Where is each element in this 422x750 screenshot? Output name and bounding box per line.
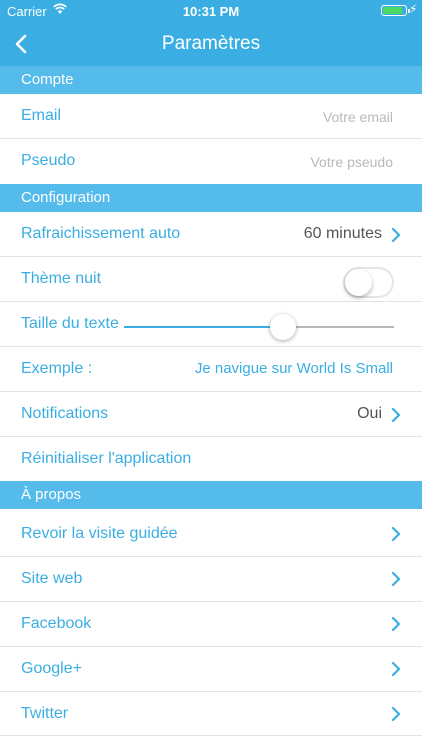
slider-thumb[interactable] bbox=[270, 314, 297, 340]
about-item-label: Facebook bbox=[21, 615, 92, 632]
night-theme-row: Thème nuit bbox=[0, 257, 422, 302]
chevron-right-icon bbox=[391, 616, 401, 632]
section-header-compte: Compte bbox=[0, 66, 422, 94]
slider-track-empty bbox=[283, 326, 394, 328]
night-theme-toggle[interactable] bbox=[343, 267, 394, 298]
email-field[interactable]: Votre email bbox=[323, 94, 393, 140]
notifications-label: Notifications bbox=[21, 405, 109, 422]
clock: 10:31 PM bbox=[182, 4, 240, 19]
about-item-tour[interactable]: Revoir la visite guidée bbox=[0, 512, 422, 557]
example-label: Exemple : bbox=[21, 360, 93, 377]
chevron-right-icon bbox=[391, 706, 401, 722]
pseudo-label: Pseudo bbox=[21, 152, 76, 169]
refresh-label: Rafraichissement auto bbox=[21, 225, 181, 242]
page-title: Paramètres bbox=[161, 33, 261, 54]
bolt-icon: ⚡ bbox=[409, 2, 418, 16]
chevron-right-icon bbox=[391, 526, 401, 542]
about-item-facebook[interactable]: Facebook bbox=[0, 602, 422, 647]
about-item-label: Google+ bbox=[21, 660, 82, 677]
email-row[interactable]: Email Votre email bbox=[0, 94, 422, 139]
email-label: Email bbox=[21, 107, 62, 124]
refresh-value: 60 minutes bbox=[303, 225, 382, 242]
notifications-row[interactable]: Notifications Oui bbox=[0, 392, 422, 437]
pseudo-row[interactable]: Pseudo Votre pseudo bbox=[0, 139, 422, 184]
navigation-bar: Paramètres bbox=[0, 22, 422, 66]
status-bar: Carrier 10:31 PM ⚡ bbox=[0, 0, 422, 22]
about-item-website[interactable]: Site web bbox=[0, 557, 422, 602]
section-header-configuration: Configuration bbox=[0, 184, 422, 212]
pseudo-field[interactable]: Votre pseudo bbox=[310, 139, 393, 185]
divider bbox=[0, 735, 422, 736]
slider-track-filled bbox=[124, 326, 284, 328]
about-item-twitter[interactable]: Twitter bbox=[0, 692, 422, 737]
about-item-label: Site web bbox=[21, 570, 83, 587]
text-size-row: Taille du texte bbox=[0, 302, 422, 347]
chevron-right-icon bbox=[391, 661, 401, 677]
reset-row[interactable]: Réinitialiser l'application bbox=[0, 437, 422, 482]
about-item-googleplus[interactable]: Google+ bbox=[0, 647, 422, 692]
night-theme-label: Thème nuit bbox=[21, 270, 102, 287]
example-text: Je navigue sur World Is Small bbox=[194, 360, 393, 377]
text-size-slider[interactable] bbox=[124, 314, 394, 340]
reset-label: Réinitialiser l'application bbox=[21, 450, 192, 467]
refresh-row[interactable]: Rafraichissement auto 60 minutes bbox=[0, 212, 422, 257]
about-item-label: Revoir la visite guidée bbox=[21, 525, 178, 542]
toggle-knob bbox=[345, 269, 372, 296]
chevron-right-icon bbox=[391, 227, 401, 243]
chevron-right-icon bbox=[391, 571, 401, 587]
chevron-right-icon bbox=[391, 407, 401, 423]
about-item-label: Twitter bbox=[21, 705, 69, 722]
example-row: Exemple : Je navigue sur World Is Small bbox=[0, 347, 422, 392]
text-size-label: Taille du texte bbox=[21, 315, 119, 332]
notifications-value: Oui bbox=[357, 405, 382, 422]
battery-icon bbox=[381, 5, 410, 16]
section-header-apropos: À propos bbox=[0, 481, 422, 509]
